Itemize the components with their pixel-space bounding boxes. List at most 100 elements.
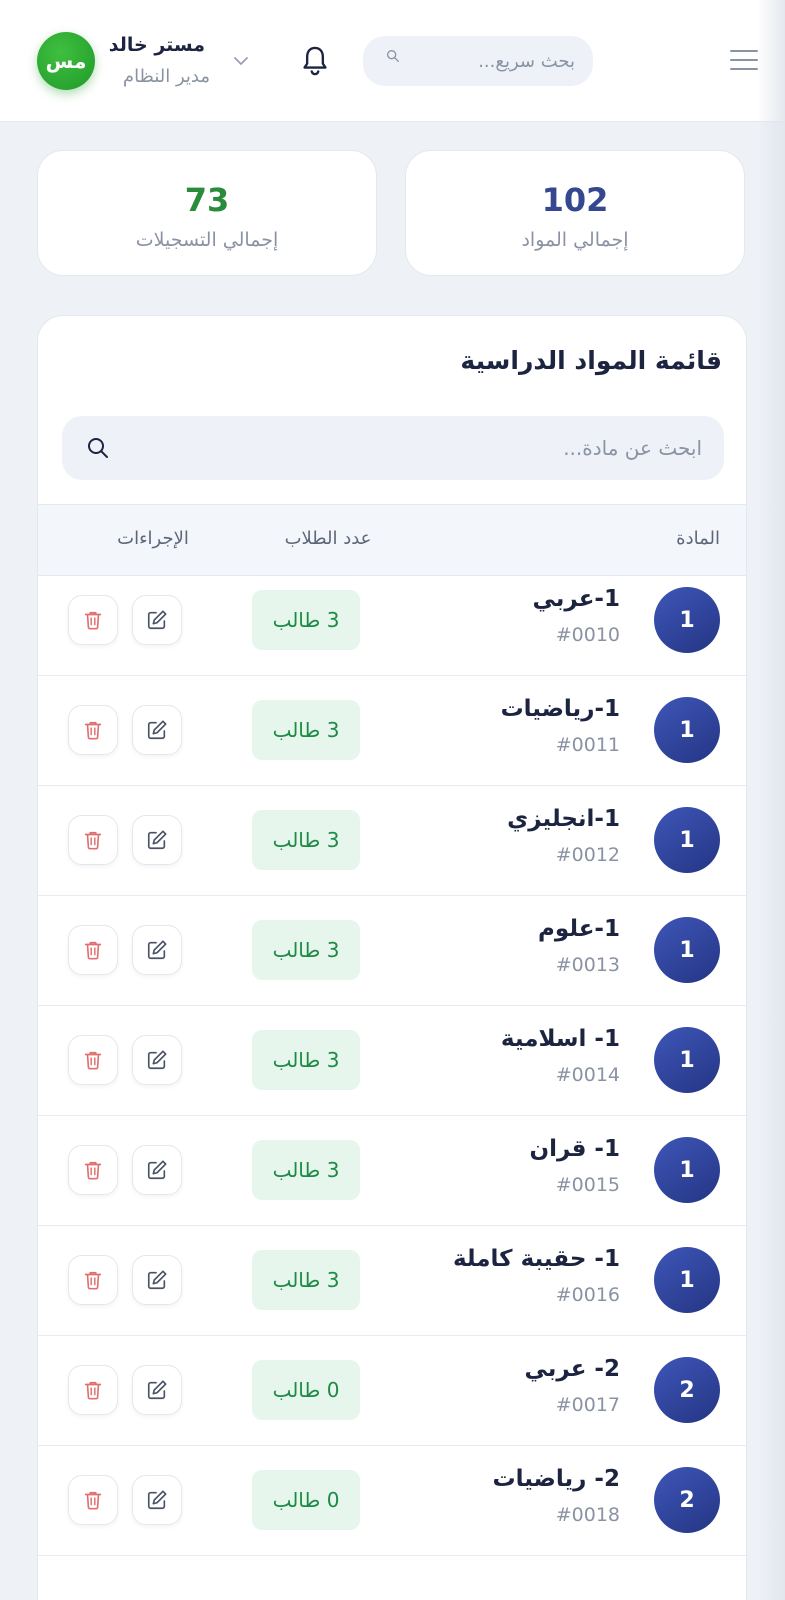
- search-icon: [387, 50, 399, 62]
- avatar[interactable]: مس: [37, 32, 95, 90]
- edit-icon: [147, 940, 167, 960]
- subject-name: 1-عربي: [532, 586, 621, 612]
- search-icon[interactable]: [86, 436, 110, 460]
- subject-number-badge: 2: [654, 1357, 720, 1423]
- students-count-badge: 3 طالب: [252, 1140, 360, 1200]
- students-count-badge: 3 طالب: [252, 590, 360, 650]
- delete-button[interactable]: [68, 1365, 118, 1415]
- edit-button[interactable]: [132, 815, 182, 865]
- edit-icon: [147, 830, 167, 850]
- edit-icon: [147, 720, 167, 740]
- subject-search-box: [62, 416, 724, 480]
- subject-code: #0015: [555, 1174, 620, 1196]
- table-row: 1 1-رياضيات #0011 3 طالب: [38, 674, 746, 786]
- edit-button[interactable]: [132, 595, 182, 645]
- students-count-badge: 3 طالب: [252, 700, 360, 760]
- subject-code: #0014: [555, 1064, 620, 1086]
- subject-search-input[interactable]: [132, 416, 702, 480]
- delete-button[interactable]: [68, 705, 118, 755]
- edit-icon: [147, 1050, 167, 1070]
- subject-code: #0013: [555, 954, 620, 976]
- edit-button[interactable]: [132, 1145, 182, 1195]
- delete-button[interactable]: [68, 595, 118, 645]
- stat-card-total-registrations: 73 إجمالي التسجيلات: [37, 150, 377, 276]
- trash-icon: [84, 1491, 102, 1510]
- delete-button[interactable]: [68, 925, 118, 975]
- subject-code: #0011: [555, 734, 620, 756]
- subject-number-badge: 1: [654, 1137, 720, 1203]
- subject-code: #0018: [555, 1504, 620, 1526]
- stat-value: 102: [541, 181, 609, 219]
- stat-value: 73: [184, 181, 230, 219]
- edit-button[interactable]: [132, 1035, 182, 1085]
- top-bar: مستر خالد مدير النظام مس: [0, 0, 785, 122]
- stat-label: إجمالي التسجيلات: [135, 229, 279, 251]
- subject-number-badge: 2: [654, 1467, 720, 1533]
- table-row: 1 1-علوم #0013 3 طالب: [38, 894, 746, 1006]
- column-header-actions: الإجراءات: [117, 528, 189, 549]
- table-row: 1 1- حقيبة كاملة #0016 3 طالب: [38, 1224, 746, 1336]
- chevron-down-icon[interactable]: [232, 54, 250, 68]
- delete-button[interactable]: [68, 815, 118, 865]
- edge-shadow: [757, 0, 785, 1600]
- quick-search-input[interactable]: [403, 36, 583, 86]
- students-count-badge: 3 طالب: [252, 1030, 360, 1090]
- quick-search-box: [363, 36, 593, 86]
- students-count-badge: 0 طالب: [252, 1470, 360, 1530]
- trash-icon: [84, 1271, 102, 1290]
- trash-icon: [84, 1051, 102, 1070]
- edit-icon: [147, 610, 167, 630]
- subject-code: #0010: [555, 624, 620, 646]
- edit-button[interactable]: [132, 705, 182, 755]
- trash-icon: [84, 1381, 102, 1400]
- students-count-badge: 0 طالب: [252, 1360, 360, 1420]
- subject-name: 1- قران: [529, 1136, 620, 1162]
- subject-number-badge: 1: [654, 1247, 720, 1313]
- page: مستر خالد مدير النظام مس 102 إجمالي المو…: [0, 0, 785, 1600]
- menu-icon[interactable]: [730, 50, 758, 72]
- table-row: 1 1-عربي #0010 3 طالب: [38, 564, 746, 676]
- table-row: 2 2- رياضيات #0018 0 طالب: [38, 1444, 746, 1556]
- delete-button[interactable]: [68, 1475, 118, 1525]
- delete-button[interactable]: [68, 1035, 118, 1085]
- subjects-panel: قائمة المواد الدراسية المادة عدد الطلاب …: [37, 315, 747, 1600]
- subject-number-badge: 1: [654, 807, 720, 873]
- edit-button[interactable]: [132, 1365, 182, 1415]
- trash-icon: [84, 941, 102, 960]
- subject-number-badge: 1: [654, 697, 720, 763]
- trash-icon: [84, 611, 102, 630]
- subject-name: 1-علوم: [538, 916, 620, 942]
- user-role: مدير النظام: [122, 66, 210, 87]
- table-row: 1 1- اسلامية #0014 3 طالب: [38, 1004, 746, 1116]
- subject-name: 1-رياضيات: [500, 696, 620, 722]
- bell-icon[interactable]: [299, 44, 331, 78]
- edit-button[interactable]: [132, 1475, 182, 1525]
- delete-button[interactable]: [68, 1145, 118, 1195]
- trash-icon: [84, 1161, 102, 1180]
- edit-icon: [147, 1380, 167, 1400]
- students-count-badge: 3 طالب: [252, 1250, 360, 1310]
- edit-icon: [147, 1490, 167, 1510]
- subject-code: #0016: [555, 1284, 620, 1306]
- column-header-subject: المادة: [676, 528, 720, 549]
- edit-icon: [147, 1270, 167, 1290]
- table-row: 1 1- قران #0015 3 طالب: [38, 1114, 746, 1226]
- panel-title: قائمة المواد الدراسية: [460, 346, 722, 375]
- subject-name: 1- حقيبة كاملة: [452, 1246, 620, 1272]
- subject-number-badge: 1: [654, 1027, 720, 1093]
- table-row: 2 2- عربي #0017 0 طالب: [38, 1334, 746, 1446]
- edit-button[interactable]: [132, 925, 182, 975]
- subject-name: 2- عربي: [524, 1356, 621, 1382]
- subject-name: 1- اسلامية: [500, 1026, 620, 1052]
- column-header-students: عدد الطلاب: [284, 528, 372, 549]
- edit-icon: [147, 1160, 167, 1180]
- subject-number-badge: 1: [654, 917, 720, 983]
- delete-button[interactable]: [68, 1255, 118, 1305]
- edit-button[interactable]: [132, 1255, 182, 1305]
- trash-icon: [84, 831, 102, 850]
- table-row: 1 1-انجليزي #0012 3 طالب: [38, 784, 746, 896]
- subject-code: #0012: [555, 844, 620, 866]
- user-name: مستر خالد: [108, 34, 205, 56]
- subject-name: 1-انجليزي: [507, 806, 620, 832]
- students-count-badge: 3 طالب: [252, 810, 360, 870]
